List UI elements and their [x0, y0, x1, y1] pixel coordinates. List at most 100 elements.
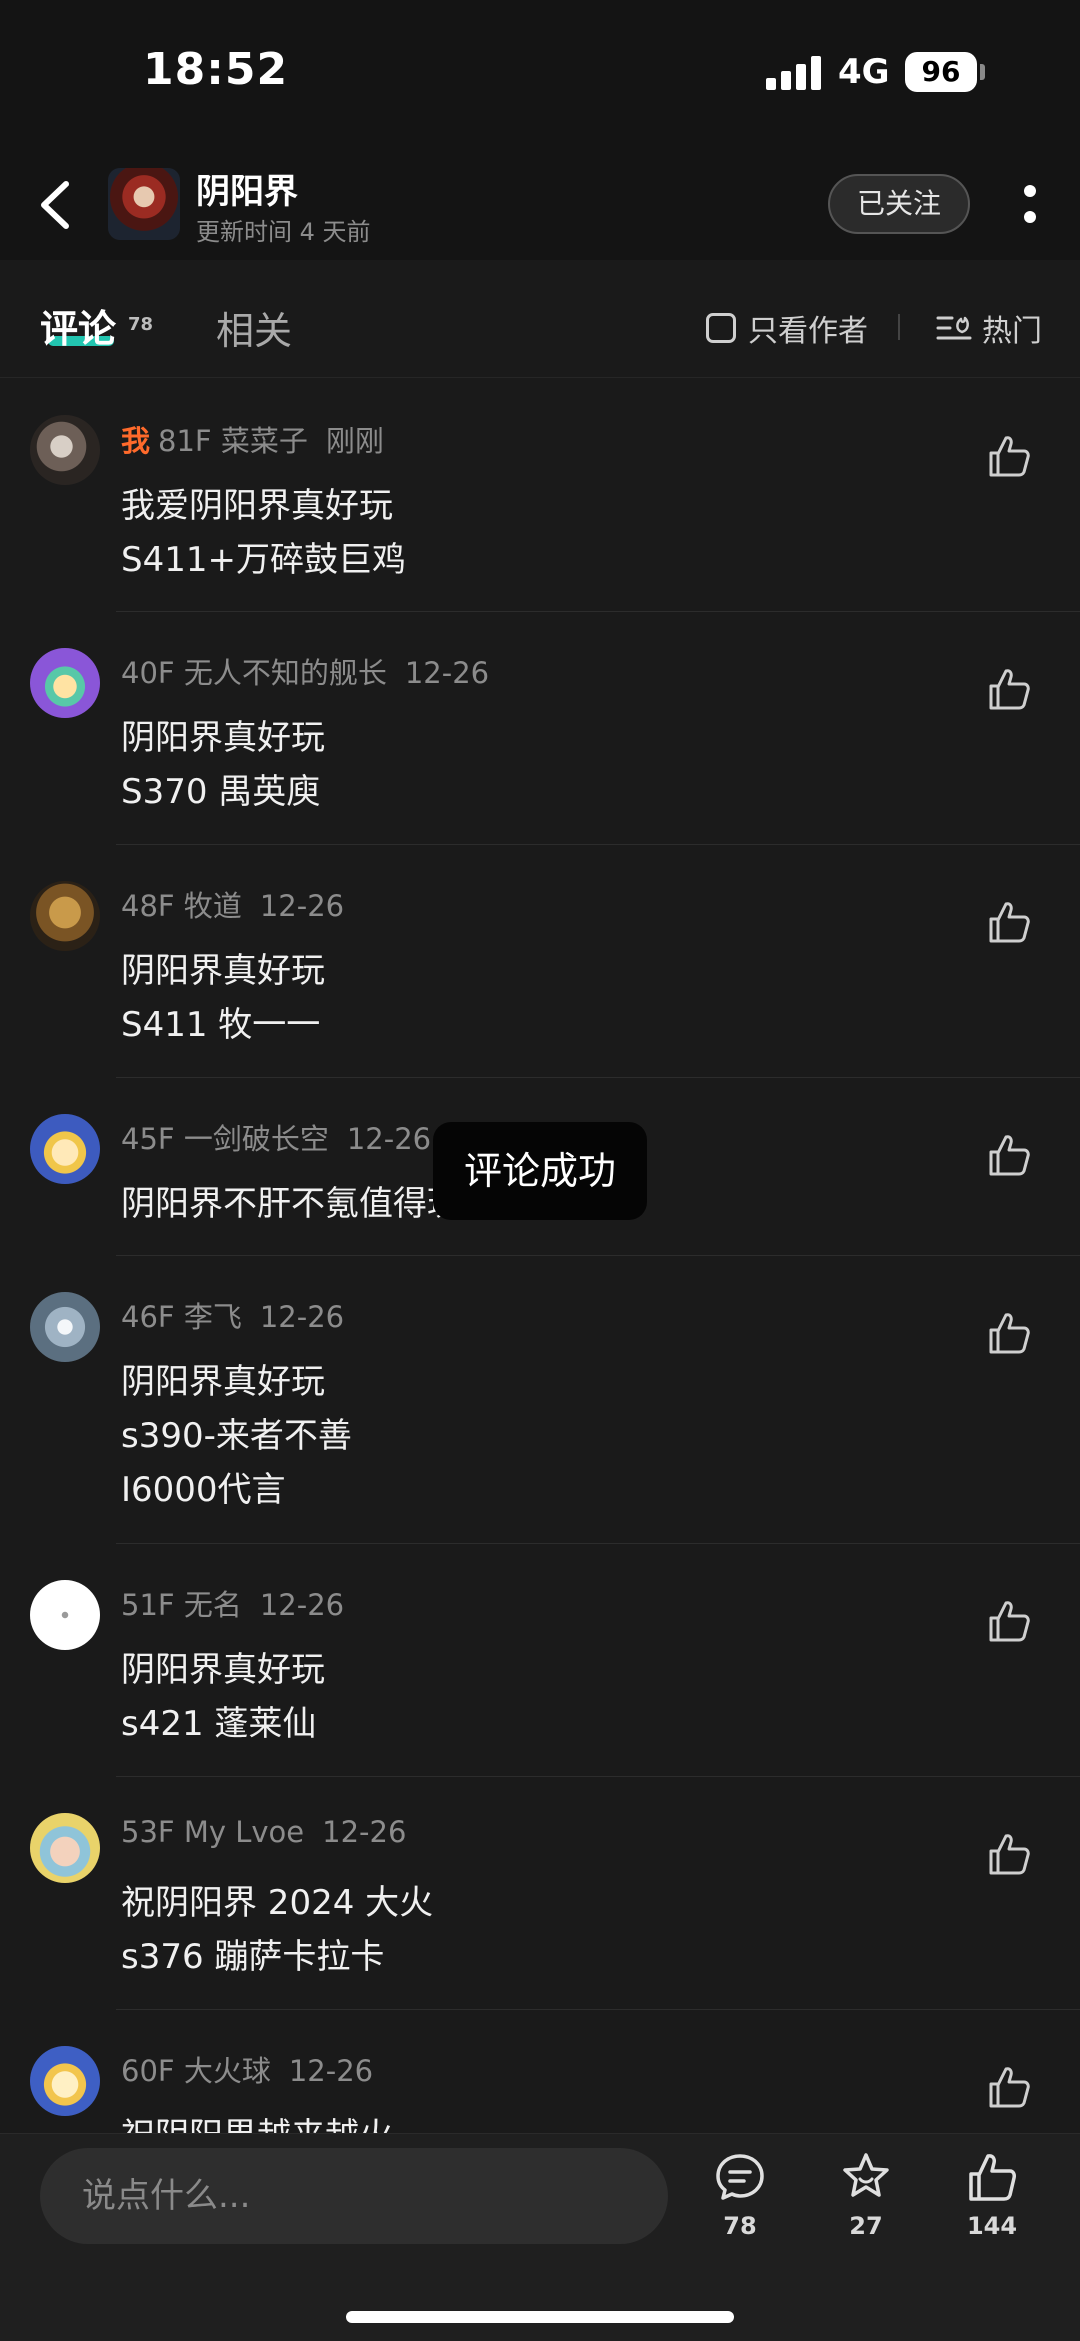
comment-text-line: S370 禺英庾 [121, 772, 321, 812]
thumbs-up-icon[interactable] [986, 433, 1032, 479]
comment-item[interactable]: 48F 牧道 12-26 阴阳界真好玩 S411 牧一一 [0, 845, 1080, 1078]
comment-date: 12-26 [288, 2054, 374, 2088]
avatar[interactable] [30, 1813, 100, 1883]
thumbs-up-icon[interactable] [986, 899, 1032, 945]
comment-author[interactable]: 李飞 [184, 1300, 242, 1334]
comment-list[interactable]: 我 81F 菜菜子 刚刚 我爱阴阳界真好玩 S411+万碎鼓巨鸡 40F 无人不知的… [0, 378, 1080, 2133]
favorite-button[interactable]: 27 [821, 2150, 911, 2270]
comment-text-line: I6000代言 [121, 1470, 286, 1510]
network-label: 4G [838, 52, 890, 92]
avatar[interactable] [30, 648, 100, 718]
header: 阴阳界 更新时间 4 天前 已关注 [0, 150, 1080, 260]
signal-icon [766, 56, 822, 90]
comment-text-line: s421 蓬莱仙 [121, 1704, 317, 1744]
comment-author[interactable]: 菜菜子 [221, 424, 308, 458]
comment-meta: 46F 李飞 12-26 [121, 1294, 344, 1336]
tab-comments[interactable]: 评论 [40, 298, 116, 353]
comment-floor: 60F [121, 2054, 175, 2088]
comment-meta: 48F 牧道 12-26 [121, 883, 344, 925]
comment-count: 78 [723, 2212, 757, 2240]
comment-text-line: s376 蹦萨卡拉卡 [121, 1937, 385, 1977]
comment-date: 12-26 [259, 1300, 345, 1334]
comment-author[interactable]: 牧道 [184, 889, 242, 923]
comment-button[interactable]: 78 [695, 2150, 785, 2270]
avatar[interactable] [30, 1292, 100, 1362]
comment-author[interactable]: 无名 [184, 1588, 242, 1622]
comment-floor: 40F [121, 656, 175, 690]
comment-text-line: 我爱阴阳界真好玩 [121, 486, 393, 526]
avatar[interactable] [30, 881, 100, 951]
comment-item[interactable]: 40F 无人不知的舰长 12-26 阴阳界真好玩 S370 禺英庾 [0, 612, 1080, 845]
author-only-label: 只看作者 [748, 314, 868, 349]
channel-title[interactable]: 阴阳界 [196, 164, 298, 213]
comment-text-line: S411 牧一一 [121, 1005, 321, 1045]
comment-date: 12-26 [346, 1122, 432, 1156]
thumbs-up-icon [969, 2154, 1016, 2201]
comment-floor: 46F [121, 1300, 175, 1334]
comment-floor: 51F [121, 1588, 175, 1622]
sort-icon [936, 316, 972, 340]
comment-text-line: S411+万碎鼓巨鸡 [121, 540, 406, 580]
avatar[interactable] [30, 415, 100, 485]
more-button[interactable] [1010, 180, 1050, 230]
divider [898, 314, 900, 340]
comment-floor: 45F [121, 1122, 175, 1156]
comment-input[interactable] [40, 2148, 668, 2244]
thumbs-up-icon[interactable] [986, 1132, 1032, 1178]
comment-meta: 51F 无名 12-26 [121, 1582, 344, 1624]
comment-item[interactable]: 46F 李飞 12-26 阴阳界真好玩 s390-来者不善 I6000代言 [0, 1256, 1080, 1544]
update-time: 更新时间 4 天前 [196, 218, 371, 246]
comment-text-line: 阴阳界真好玩 [121, 1362, 325, 1402]
more-vertical-icon [1024, 185, 1036, 223]
comment-meta: 60F 大火球 12-26 [121, 2048, 373, 2090]
tab-related[interactable]: 相关 [216, 300, 292, 355]
comment-item[interactable]: 60F 大火球 12-26 祝阴阳界越来越火 [0, 2010, 1080, 2133]
bottom-bar: 78 27 144 [0, 2133, 1080, 2341]
thumbs-up-icon[interactable] [986, 1310, 1032, 1356]
comment-meta: 我 81F 菜菜子 刚刚 [121, 418, 384, 460]
comment-text-line: 阴阳界真好玩 [121, 951, 325, 991]
thumbs-up-icon[interactable] [986, 1831, 1032, 1877]
comment-text-line: 阴阳界不肝不氪值得玩 [121, 1184, 461, 1224]
battery-tip [980, 64, 985, 80]
author-only-toggle[interactable]: 只看作者 [706, 308, 868, 349]
like-count: 144 [966, 2212, 1018, 2240]
comment-item[interactable]: 53F My Lvoe 12-26 祝阴阳界 2024 大火 s376 蹦萨卡拉卡 [0, 1777, 1080, 2010]
battery-icon: 96 [905, 52, 977, 92]
comment-date: 刚刚 [325, 424, 384, 458]
comment-meta: 45F 一剑破长空 12-26 [121, 1116, 431, 1158]
thumbs-up-icon[interactable] [986, 2064, 1032, 2110]
comment-author[interactable]: My Lvoe [184, 1815, 304, 1849]
comment-date: 12-26 [322, 1815, 407, 1849]
follow-button[interactable]: 已关注 [828, 174, 970, 234]
comment-text-line: 阴阳界真好玩 [121, 718, 325, 758]
comment-text-line: 祝阴阳界 2024 大火 [121, 1883, 434, 1923]
comment-floor: 53F [121, 1815, 175, 1849]
avatar[interactable] [30, 2046, 100, 2116]
status-time: 18:52 [143, 44, 289, 95]
comment-author[interactable]: 一剑破长空 [184, 1122, 329, 1156]
comment-author[interactable]: 无人不知的舰长 [184, 656, 387, 690]
comment-item[interactable]: 51F 无名 12-26 阴阳界真好玩 s421 蓬莱仙 [0, 1544, 1080, 1777]
channel-avatar[interactable] [108, 168, 180, 240]
thumbs-up-icon[interactable] [986, 1598, 1032, 1644]
back-button[interactable] [30, 170, 90, 240]
sort-hot-button[interactable]: 热门 [936, 308, 1042, 349]
thumbs-up-icon[interactable] [986, 666, 1032, 712]
avatar[interactable] [30, 1580, 100, 1650]
like-button[interactable]: 144 [947, 2150, 1037, 2270]
comment-meta: 40F 无人不知的舰长 12-26 [121, 650, 489, 692]
home-indicator[interactable] [346, 2311, 734, 2323]
checkbox-icon[interactable] [706, 313, 736, 343]
comment-date: 12-26 [404, 656, 490, 690]
me-tag: 我 [121, 424, 151, 458]
comment-author[interactable]: 大火球 [184, 2054, 271, 2088]
comment-date: 12-26 [259, 1588, 345, 1622]
comment-item[interactable]: 我 81F 菜菜子 刚刚 我爱阴阳界真好玩 S411+万碎鼓巨鸡 [0, 378, 1080, 612]
comment-bubble-icon [716, 2154, 764, 2200]
comments-count-badge: 78 [128, 314, 154, 335]
avatar[interactable] [30, 1114, 100, 1184]
comment-text-line: 阴阳界真好玩 [121, 1650, 325, 1690]
comment-date: 12-26 [259, 889, 345, 923]
status-bar: 18:52 4G 96 [0, 0, 1080, 150]
